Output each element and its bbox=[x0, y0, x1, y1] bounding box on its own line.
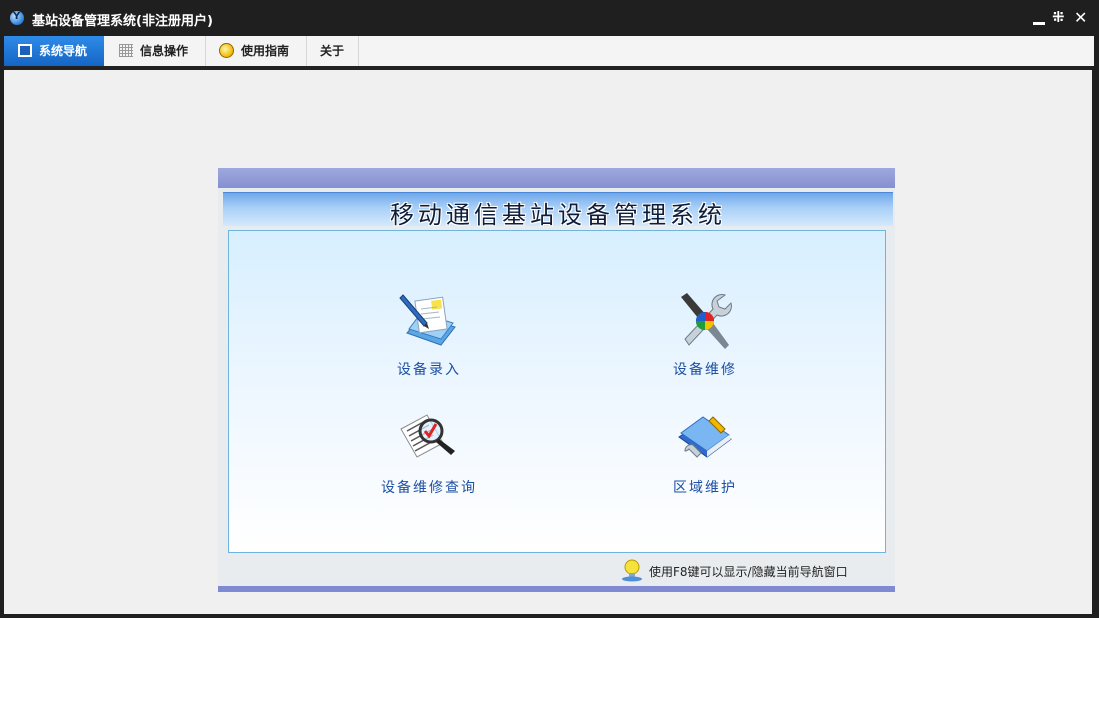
panel-title: 移动通信基站设备管理系统 bbox=[390, 201, 726, 229]
navigation-grid: 设备录入 设备维修 设备维修查询 区域维护 bbox=[228, 230, 886, 553]
tab-user-guide[interactable]: 使用指南 bbox=[206, 36, 307, 66]
lightbulb-icon bbox=[219, 43, 234, 58]
tab-system-navigation[interactable]: 系统导航 bbox=[4, 36, 104, 66]
minimize-icon[interactable] bbox=[1031, 8, 1049, 28]
nav-item-label: 设备录入 bbox=[397, 362, 461, 378]
f8-hint: 使用F8键可以显示/隐藏当前导航窗口 bbox=[618, 558, 888, 582]
grid-icon bbox=[119, 44, 133, 57]
monitor-icon bbox=[18, 44, 32, 57]
panel-footer-bar bbox=[218, 586, 895, 592]
panel-title-bar: 移动通信基站设备管理系统 bbox=[223, 192, 893, 229]
navigation-panel: 移动通信基站设备管理系统 设备录入 设备维修 设备维修查询 区域维护 使用F8键… bbox=[218, 168, 895, 592]
tab-about[interactable]: 关于 bbox=[307, 36, 359, 66]
nav-item-device-entry[interactable]: 设备录入 bbox=[359, 289, 499, 381]
document-pen-icon bbox=[399, 294, 456, 346]
panel-header-bar bbox=[218, 168, 895, 188]
tab-label: 信息操作 bbox=[140, 44, 189, 58]
nav-item-repair-query[interactable]: 设备维修查询 bbox=[359, 407, 499, 499]
nav-item-label: 设备维修查询 bbox=[381, 480, 477, 496]
nav-item-label: 区域维护 bbox=[673, 480, 737, 496]
hint-text: 使用F8键可以显示/隐藏当前导航窗口 bbox=[649, 565, 848, 579]
title-bar[interactable]: Y 基站设备管理系统(非注册用户) ⁜ ✕ bbox=[0, 0, 1099, 36]
magnifier-document-icon bbox=[400, 414, 455, 458]
lightbulb-icon bbox=[622, 559, 642, 582]
window-title: 基站设备管理系统(非注册用户) bbox=[32, 14, 213, 29]
nav-item-area-maintenance[interactable]: 区域维护 bbox=[635, 407, 775, 499]
book-wrench-icon bbox=[678, 416, 732, 458]
tab-label: 系统导航 bbox=[39, 44, 88, 58]
nav-item-device-repair[interactable]: 设备维修 bbox=[635, 289, 775, 381]
app-window: Y 基站设备管理系统(非注册用户) ⁜ ✕ 系统导航 信息操作 使用指南 关于 … bbox=[0, 0, 1099, 618]
menu-bar: 系统导航 信息操作 使用指南 关于 bbox=[4, 36, 1094, 66]
close-icon[interactable]: ✕ bbox=[1073, 8, 1091, 28]
tab-label: 使用指南 bbox=[241, 44, 290, 58]
nav-item-label: 设备维修 bbox=[673, 362, 737, 378]
app-logo-icon: Y bbox=[10, 11, 24, 25]
tab-label: 关于 bbox=[320, 44, 345, 58]
restore-icon[interactable]: ⁜ bbox=[1052, 8, 1070, 28]
tools-icon bbox=[681, 293, 732, 349]
tab-information-operations[interactable]: 信息操作 bbox=[104, 36, 206, 66]
